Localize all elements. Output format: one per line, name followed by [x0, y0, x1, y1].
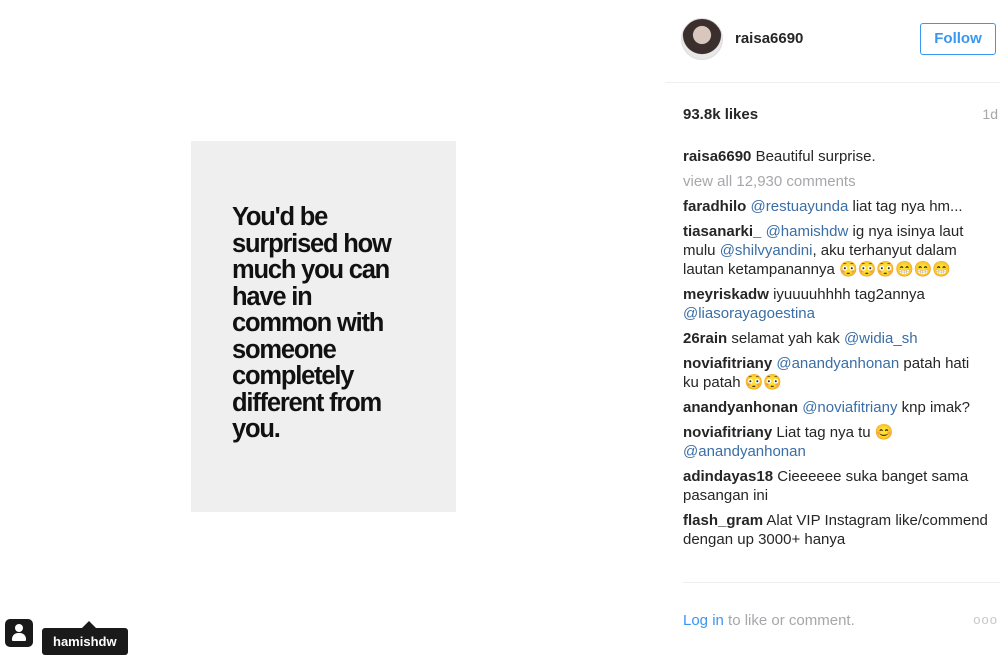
- comment-item: noviafitriany @anandyanhonan patah hati …: [683, 354, 988, 392]
- login-link[interactable]: Log in: [683, 612, 724, 629]
- comment-text: selamat yah kak: [731, 330, 844, 347]
- comment-mention[interactable]: @noviafitriany: [802, 399, 897, 416]
- comment-item: flash_gram Alat VIP Instagram like/comme…: [683, 511, 988, 549]
- comment-item: tiasanarki_ @hamishdw ig nya isinya laut…: [683, 222, 988, 279]
- comment-mention[interactable]: @anandyanhonan: [683, 443, 806, 460]
- follow-button[interactable]: Follow: [920, 23, 996, 55]
- comment-item: noviafitriany Liat tag nya tu 😊 @anandya…: [683, 423, 988, 461]
- comment-mention[interactable]: @restuayunda: [751, 198, 849, 215]
- login-prompt: Log in to like or comment.: [683, 612, 855, 629]
- caption-text: Beautiful surprise.: [755, 148, 876, 165]
- comment-item: anandyanhonan @noviafitriany knp imak?: [683, 398, 988, 417]
- comment-item: meyriskadw iyuuuuhhhh tag2annya @liasora…: [683, 285, 988, 323]
- header-username[interactable]: raisa6690: [735, 30, 803, 47]
- divider: [683, 582, 1000, 583]
- likes-count[interactable]: 93.8k likes: [683, 106, 758, 123]
- comment-container: faradhilo @restuayunda liat tag nya hm..…: [683, 197, 988, 549]
- comment-mention[interactable]: @shilvyandini: [720, 242, 813, 259]
- caption: raisa6690 Beautiful surprise.: [683, 147, 988, 166]
- view-all-comments-link[interactable]: view all 12,930 comments: [683, 172, 988, 191]
- post-image-quote: You'd be surprised how much you can have…: [232, 203, 392, 443]
- login-prompt-text: to like or comment.: [723, 612, 855, 629]
- user-tag-icon-body: [12, 633, 26, 641]
- comment-item: adindayas18 Cieeeeee suka banget sama pa…: [683, 467, 988, 505]
- user-tag-icon-head: [15, 624, 23, 632]
- comment-username[interactable]: 26rain: [683, 330, 727, 347]
- user-tag-icon[interactable]: [5, 619, 33, 647]
- comment-text: knp imak?: [897, 399, 971, 416]
- comment-item: faradhilo @restuayunda liat tag nya hm..…: [683, 197, 988, 216]
- more-options-icon[interactable]: ooo: [973, 612, 998, 627]
- post-header: raisa6690 Follow: [665, 0, 1000, 83]
- comment-username[interactable]: noviafitriany: [683, 424, 772, 441]
- post-image: You'd be surprised how much you can have…: [191, 141, 456, 512]
- comment-text: Liat tag nya tu 😊: [776, 424, 894, 441]
- comments-list[interactable]: raisa6690 Beautiful surprise. view all 1…: [683, 147, 988, 581]
- comment-text: iyuuuuhhhh tag2annya: [773, 286, 925, 303]
- post-details-panel: raisa6690 Follow 93.8k likes 1d raisa669…: [665, 0, 1008, 655]
- comment-username[interactable]: faradhilo: [683, 198, 746, 215]
- comment-username[interactable]: meyriskadw: [683, 286, 769, 303]
- comment-username[interactable]: anandyanhonan: [683, 399, 798, 416]
- comment-mention[interactable]: @anandyanhonan: [776, 355, 899, 372]
- comment-username[interactable]: noviafitriany: [683, 355, 772, 372]
- comment-mention[interactable]: @liasorayagoestina: [683, 305, 815, 322]
- comment-mention[interactable]: @widia_sh: [844, 330, 918, 347]
- caption-username[interactable]: raisa6690: [683, 148, 751, 165]
- post-timestamp[interactable]: 1d: [982, 106, 998, 122]
- comment-mention[interactable]: @hamishdw: [766, 223, 849, 240]
- comment-username[interactable]: adindayas18: [683, 468, 773, 485]
- comment-text: liat tag nya hm...: [848, 198, 963, 215]
- comment-username[interactable]: flash_gram: [683, 512, 763, 529]
- avatar[interactable]: [681, 18, 723, 60]
- comment-item: 26rain selamat yah kak @widia_sh: [683, 329, 988, 348]
- comment-username[interactable]: tiasanarki_: [683, 223, 761, 240]
- user-tag-bubble[interactable]: hamishdw: [42, 621, 128, 655]
